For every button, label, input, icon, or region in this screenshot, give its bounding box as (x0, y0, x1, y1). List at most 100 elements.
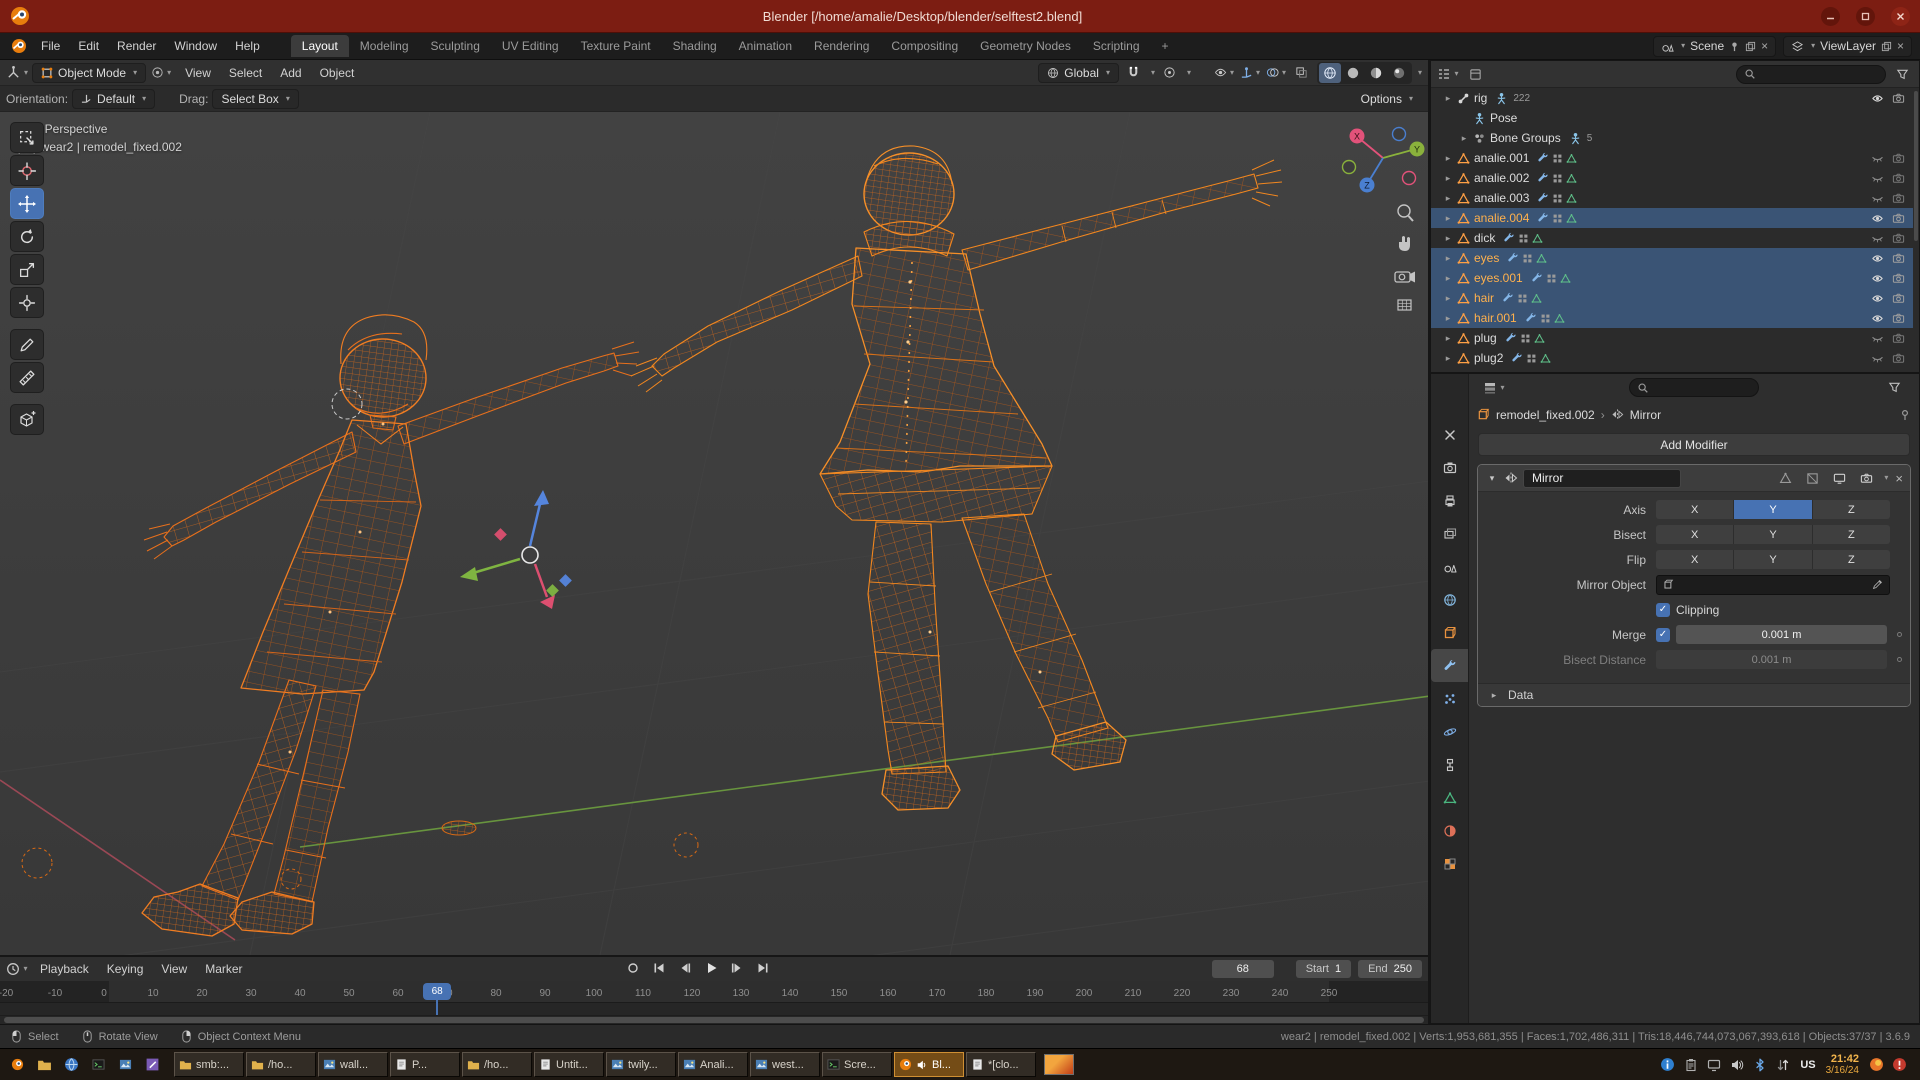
wireframe-character-left[interactable] (142, 315, 639, 936)
expand-arrow-icon[interactable]: ▸ (1441, 153, 1455, 164)
scene-selector[interactable]: ▾ Scene × (1653, 36, 1776, 57)
workspace-tab-geometry-nodes[interactable]: Geometry Nodes (969, 35, 1082, 57)
properties-tab-view-layer[interactable] (1431, 517, 1468, 550)
outliner-row[interactable]: ▸analie.002 (1431, 168, 1913, 188)
app-menu-icon[interactable] (8, 36, 30, 56)
properties-tab-physics[interactable] (1431, 715, 1468, 748)
taskbar-thumbnail[interactable] (1044, 1054, 1074, 1075)
properties-search-input[interactable] (1629, 378, 1759, 397)
outliner-row[interactable]: ▸eyes (1431, 248, 1913, 268)
previous-keyframe-button[interactable] (674, 958, 696, 978)
toggle-ortho-button[interactable] (1398, 300, 1411, 310)
record-button[interactable] (622, 958, 644, 978)
disable-in-renders-toggle[interactable] (1892, 352, 1905, 365)
viewport-menu-object[interactable]: Object (311, 63, 364, 83)
hide-in-viewport-toggle[interactable] (1871, 192, 1884, 205)
tool-measure[interactable] (10, 362, 44, 393)
expand-arrow-icon[interactable]: ▸ (1441, 213, 1455, 224)
modifier-close-icon[interactable]: × (1895, 471, 1903, 486)
properties-tab-object[interactable] (1431, 616, 1468, 649)
tool-add-cube[interactable] (10, 404, 44, 435)
mirror-axis-x-button[interactable]: X (1656, 500, 1734, 519)
tray-volume-icon[interactable] (1730, 1058, 1744, 1072)
minimize-button[interactable] (1821, 7, 1840, 26)
workspace-tab-texture-paint[interactable]: Texture Paint (570, 35, 662, 57)
outliner-row[interactable]: ▸hair.001 (1431, 308, 1913, 328)
display-edit-mode-button[interactable] (1801, 468, 1823, 488)
shading-wireframe-button[interactable] (1319, 63, 1341, 83)
filter-button[interactable] (1891, 64, 1913, 84)
expand-arrow-icon[interactable]: ▸ (1441, 313, 1455, 324)
mirror-flip-z-button[interactable]: Z (1813, 550, 1890, 569)
mirror-object-field[interactable] (1656, 575, 1890, 595)
disable-in-renders-toggle[interactable] (1892, 212, 1905, 225)
tool-rotate[interactable] (10, 221, 44, 252)
tool-move[interactable] (10, 188, 44, 219)
display-on-cage-button[interactable] (1774, 468, 1796, 488)
outliner-row[interactable]: ▸dick (1431, 228, 1913, 248)
expand-arrow-icon[interactable]: ▾ (1485, 473, 1499, 484)
bisect-distance-field[interactable]: 0.001 m (1656, 650, 1887, 669)
properties-tab-world[interactable] (1431, 583, 1468, 616)
animate-decorator[interactable] (1897, 657, 1902, 662)
hide-in-viewport-toggle[interactable] (1871, 332, 1884, 345)
tool-scale[interactable] (10, 254, 44, 285)
tool-select-box[interactable] (10, 122, 44, 153)
expand-arrow-icon[interactable]: ▸ (1457, 133, 1471, 144)
outliner-search-input[interactable] (1736, 65, 1886, 84)
menu-help[interactable]: Help (226, 36, 269, 56)
display-render-button[interactable] (1855, 468, 1877, 488)
modifier-name-field[interactable]: Mirror (1523, 469, 1681, 488)
tray-browser-orange-icon[interactable] (1869, 1057, 1884, 1072)
breadcrumb-object[interactable]: remodel_fixed.002 (1496, 408, 1595, 422)
taskbar-window-button[interactable]: Scre... (822, 1052, 892, 1077)
workspace-tab-compositing[interactable]: Compositing (880, 35, 969, 57)
launcher-terminal-icon[interactable] (86, 1052, 111, 1077)
hide-in-viewport-toggle[interactable] (1871, 232, 1884, 245)
expand-arrow-icon[interactable]: ▸ (1441, 93, 1455, 104)
launcher-image-icon[interactable] (113, 1052, 138, 1077)
hide-in-viewport-toggle[interactable] (1871, 92, 1884, 105)
disable-in-renders-toggle[interactable] (1892, 172, 1905, 185)
workspace-tab-animation[interactable]: Animation (728, 35, 803, 57)
viewlayer-selector[interactable]: ▾ ViewLayer × (1783, 36, 1912, 57)
workspace-tab-layout[interactable]: Layout (291, 35, 349, 57)
disable-in-renders-toggle[interactable] (1892, 92, 1905, 105)
disable-in-renders-toggle[interactable] (1892, 272, 1905, 285)
display-realtime-button[interactable] (1828, 468, 1850, 488)
jump-to-end-button[interactable] (752, 958, 774, 978)
menu-edit[interactable]: Edit (69, 36, 108, 56)
close-button[interactable] (1891, 7, 1910, 26)
menu-window[interactable]: Window (165, 36, 226, 56)
taskbar-window-button[interactable]: /ho... (246, 1052, 316, 1077)
timeline-menu-playback[interactable]: Playback (31, 959, 98, 979)
properties-tab-constraints[interactable] (1431, 748, 1468, 781)
expand-arrow-icon[interactable]: ▸ (1441, 233, 1455, 244)
shading-material-button[interactable] (1365, 63, 1387, 83)
outliner-row[interactable]: ▸analie.004 (1431, 208, 1913, 228)
mode-transfer-button[interactable]: ▾ (150, 63, 172, 83)
timeline-menu-keying[interactable]: Keying (98, 959, 153, 979)
editor-type-button[interactable]: ▾ (6, 959, 28, 979)
taskbar-window-button[interactable]: Untit... (534, 1052, 604, 1077)
expand-arrow-icon[interactable]: ▸ (1441, 273, 1455, 284)
editor-type-button[interactable]: ▾ (1437, 64, 1459, 84)
shading-rendered-button[interactable] (1388, 63, 1410, 83)
filter-button[interactable] (1883, 378, 1905, 398)
navigation-gizmo[interactable]: X Y Z (1343, 128, 1425, 193)
hide-in-viewport-toggle[interactable] (1871, 212, 1884, 225)
tray-bluetooth-icon[interactable] (1753, 1058, 1767, 1072)
transform-orientation-dropdown[interactable]: Global▾ (1038, 63, 1119, 83)
expand-arrow-icon[interactable]: ▸ (1441, 193, 1455, 204)
hide-in-viewport-toggle[interactable] (1871, 292, 1884, 305)
tool-transform[interactable] (10, 287, 44, 318)
tray-network-icon[interactable] (1776, 1058, 1790, 1072)
pan-hand-button[interactable] (1399, 236, 1410, 251)
orientation-dropdown[interactable]: Default▾ (72, 89, 155, 109)
unlink-icon[interactable]: × (1897, 39, 1904, 53)
expand-arrow-icon[interactable]: ▸ (1441, 253, 1455, 264)
tray-clipboard-icon[interactable] (1684, 1058, 1698, 1072)
eyedropper-icon[interactable] (1872, 579, 1883, 590)
viewport-canvas[interactable]: X Y Z User Perspective (68 (0, 112, 1428, 955)
show-object-types-button[interactable]: ▾ (1213, 63, 1235, 83)
